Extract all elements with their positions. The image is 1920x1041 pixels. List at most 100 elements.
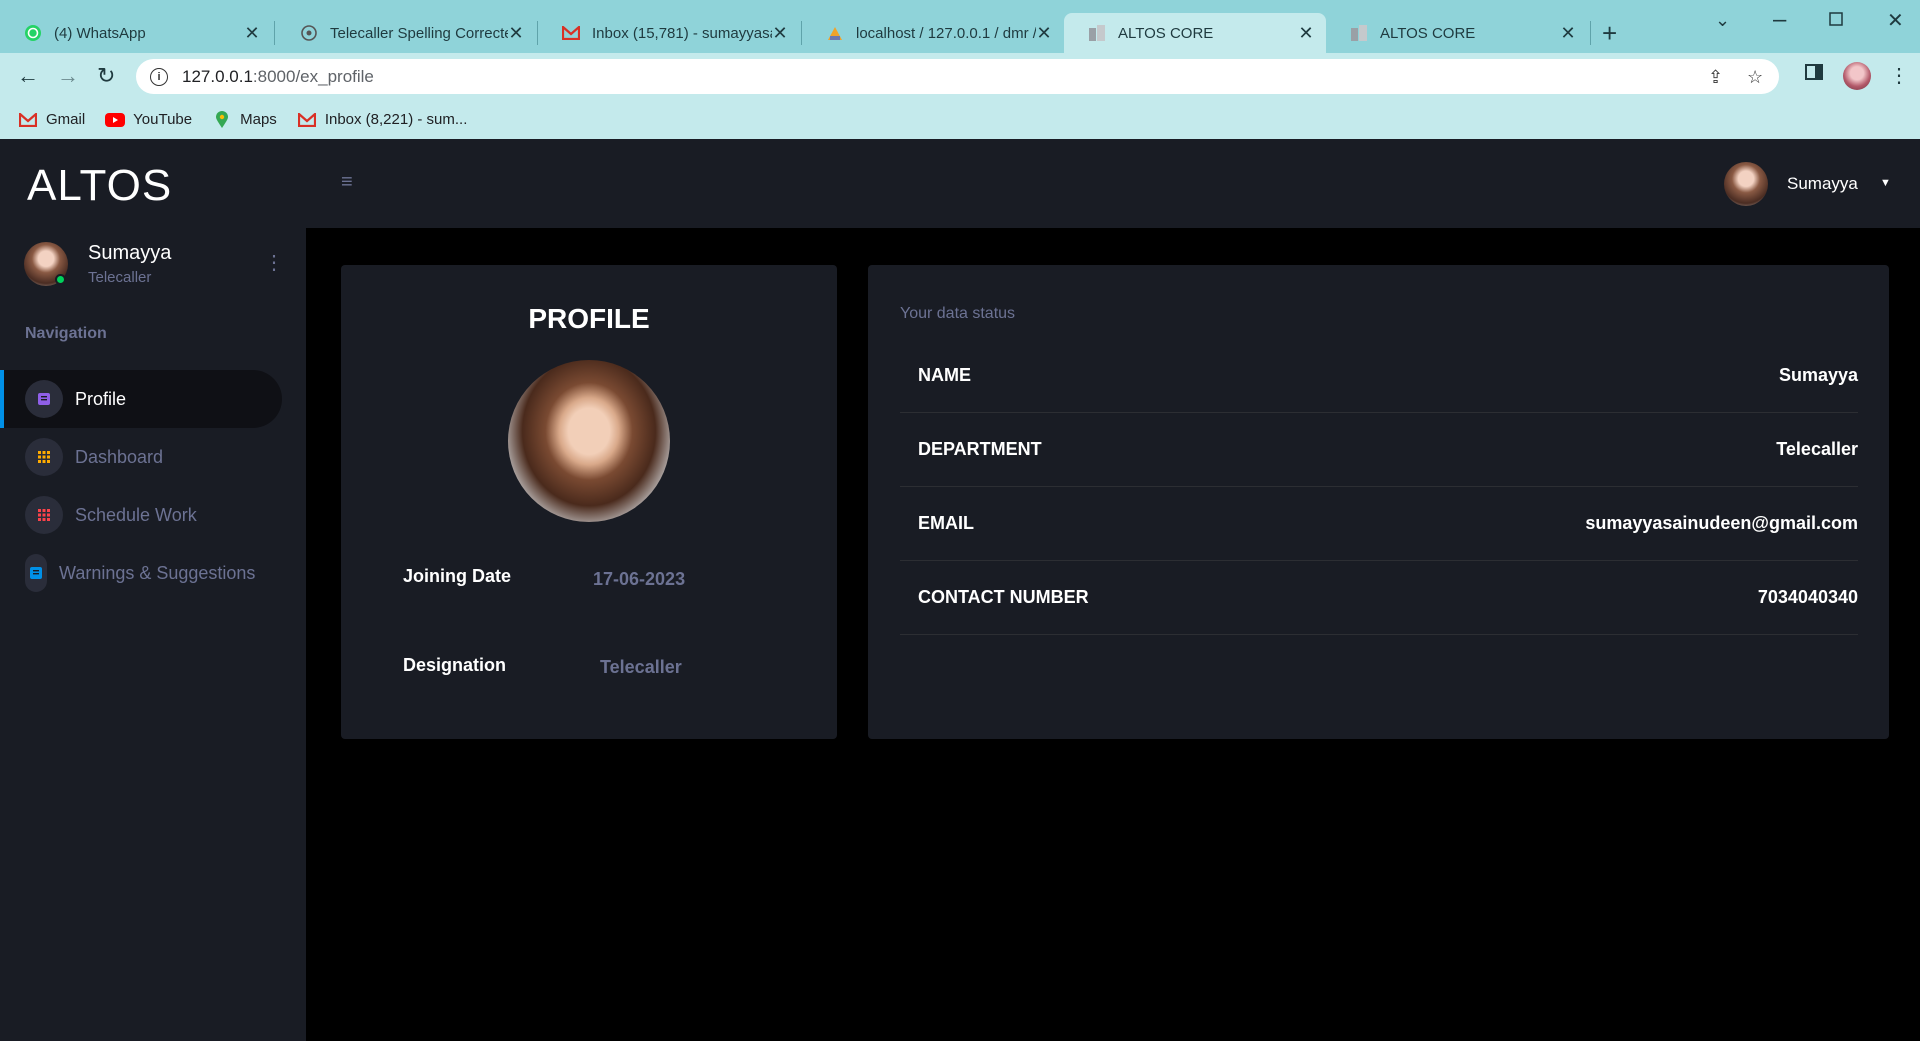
row-value: Telecaller (1776, 439, 1858, 459)
tab-search-chevron-icon[interactable]: ⌄ (1715, 10, 1730, 31)
maps-icon (212, 110, 232, 128)
tab-title: ALTOS CORE (1380, 24, 1476, 42)
sidebar-item-label: Warnings & Suggestions (59, 562, 256, 583)
tab-altos-core-active[interactable]: ALTOS CORE ✕ (1064, 13, 1326, 53)
tab-whatsapp[interactable]: (4) WhatsApp ✕ (0, 13, 272, 53)
tab-phpmyadmin[interactable]: localhost / 127.0.0.1 / dmr / ✕ (802, 13, 1064, 53)
joining-date-value: 17-06-2023 (593, 569, 686, 589)
sidebar-item-label: Schedule Work (75, 504, 197, 525)
site-info-icon[interactable]: i (150, 67, 168, 86)
tab-gmail-inbox[interactable]: Inbox (15,781) - sumayyasai ✕ (538, 13, 800, 53)
row-key: DEPARTMENT (918, 439, 1042, 459)
bookmarks-bar: Gmail YouTube Maps Inbox (8,221) - sum..… (0, 100, 1920, 139)
caret-down-icon[interactable]: ▼ (1880, 177, 1891, 189)
close-icon[interactable]: ✕ (1298, 23, 1314, 44)
forward-icon[interactable]: → (57, 63, 79, 89)
minimize-icon[interactable]: – (1773, 6, 1786, 34)
reload-icon[interactable]: ↻ (97, 63, 115, 89)
close-window-icon[interactable]: ✕ (1887, 8, 1904, 33)
bookmark-youtube[interactable]: YouTube (105, 111, 192, 128)
close-icon[interactable]: ✕ (772, 23, 788, 44)
new-tab-icon[interactable]: + (1602, 18, 1617, 49)
avatar[interactable] (1724, 162, 1768, 206)
tab-title: Telecaller Spelling Correctec (330, 24, 508, 42)
sidebar-item-label: Dashboard (75, 446, 164, 467)
brand-logo[interactable]: ALTOS (27, 161, 172, 211)
page-icon (1350, 24, 1368, 42)
profile-card: PROFILE Joining Date 17-06-2023 Designat… (341, 265, 837, 739)
row-key: CONTACT NUMBER (918, 587, 1089, 607)
gmail-icon (18, 112, 38, 128)
top-navbar: ≡ Sumayya ▼ (306, 139, 1920, 228)
designation-value: Telecaller (600, 657, 682, 677)
youtube-icon (105, 112, 126, 128)
url-path: :8000/ex_profile (252, 66, 374, 86)
bookmark-label: Inbox (8,221) - sum... (324, 111, 468, 128)
more-options-icon[interactable]: ⋮ (264, 250, 284, 275)
sidebar-user-role: Telecaller (88, 269, 152, 286)
bookmark-maps[interactable]: Maps (212, 110, 277, 128)
phpmyadmin-icon (826, 24, 844, 42)
browser-tab-strip: (4) WhatsApp ✕ Telecaller Spelling Corre… (0, 0, 1920, 53)
back-icon[interactable]: ← (17, 63, 39, 89)
profile-icon (25, 380, 63, 418)
row-value: 7034040340 (1757, 587, 1858, 607)
profile-title: PROFILE (528, 303, 650, 334)
page-icon (1088, 24, 1106, 42)
document-icon (25, 554, 47, 592)
browser-profile-avatar[interactable] (1843, 62, 1871, 90)
grid-icon (25, 438, 63, 476)
more-menu-icon[interactable]: ⋮ (1889, 63, 1909, 88)
row-key: EMAIL (918, 513, 974, 533)
tab-title: ALTOS CORE (1118, 24, 1214, 42)
share-icon[interactable]: ⇪ (1708, 67, 1723, 88)
tab-divider (1590, 21, 1591, 45)
sidebar-item-schedule-work[interactable]: Schedule Work (0, 486, 282, 544)
joining-date-label: Joining Date (403, 566, 512, 586)
side-panel-icon[interactable] (1805, 63, 1823, 87)
sidebar-item-dashboard[interactable]: Dashboard (0, 428, 282, 486)
url-omnibox[interactable]: i 127.0.0.1:8000/ex_profile ⇪ ☆ (136, 59, 1779, 94)
tab-altos-core[interactable]: ALTOS CORE ✕ (1326, 13, 1588, 53)
hamburger-menu-icon[interactable]: ≡ (341, 171, 353, 194)
star-icon[interactable]: ☆ (1747, 67, 1763, 88)
grid-icon (25, 496, 63, 534)
tab-divider (274, 21, 275, 45)
bookmark-label: Gmail (46, 111, 86, 128)
row-key: NAME (918, 365, 971, 385)
status-caption: Your data status (900, 305, 1016, 322)
bookmark-label: Maps (240, 111, 277, 128)
designation-label: Designation (403, 655, 507, 675)
sidebar-item-profile[interactable]: Profile (0, 370, 282, 428)
gmail-icon (297, 112, 317, 128)
table-row: NAME Sumayya (900, 339, 1858, 413)
url-host: 127.0.0.1 (182, 66, 253, 86)
tab-title: Inbox (15,781) - sumayyasai (592, 24, 772, 42)
sidebar-item-warnings[interactable]: Warnings & Suggestions (0, 544, 282, 602)
bookmark-inbox[interactable]: Inbox (8,221) - sum... (297, 111, 468, 128)
app-viewport: ALTOS Sumayya Telecaller ⋮ Navigation Pr… (0, 139, 1920, 1041)
profile-photo (508, 360, 670, 522)
table-row: CONTACT NUMBER 7034040340 (900, 561, 1858, 635)
online-status-dot (55, 274, 66, 285)
topbar-user-name[interactable]: Sumayya (1787, 174, 1858, 194)
bookmark-label: YouTube (133, 111, 193, 128)
close-icon[interactable]: ✕ (1036, 23, 1052, 44)
table-row: DEPARTMENT Telecaller (900, 413, 1858, 487)
gmail-icon (562, 24, 580, 42)
tab-telecaller[interactable]: Telecaller Spelling Correctec ✕ (276, 13, 536, 53)
bookmark-gmail[interactable]: Gmail (18, 111, 85, 128)
tab-title: localhost / 127.0.0.1 / dmr / (856, 24, 1036, 42)
openai-icon (300, 24, 318, 42)
sidebar-item-label: Profile (75, 388, 127, 409)
nav-heading: Navigation (25, 325, 107, 342)
address-bar-row: ← → ↻ i 127.0.0.1:8000/ex_profile ⇪ ☆ ⋮ (0, 53, 1920, 100)
close-icon[interactable]: ✕ (244, 23, 260, 44)
maximize-icon[interactable] (1829, 10, 1843, 31)
whatsapp-icon (24, 24, 42, 42)
close-icon[interactable]: ✕ (508, 23, 524, 44)
data-status-card: Your data status NAME Sumayya DEPARTMENT… (868, 265, 1889, 739)
row-value: Sumayya (1778, 365, 1858, 385)
close-icon[interactable]: ✕ (1560, 23, 1576, 44)
tab-title: (4) WhatsApp (54, 24, 146, 42)
